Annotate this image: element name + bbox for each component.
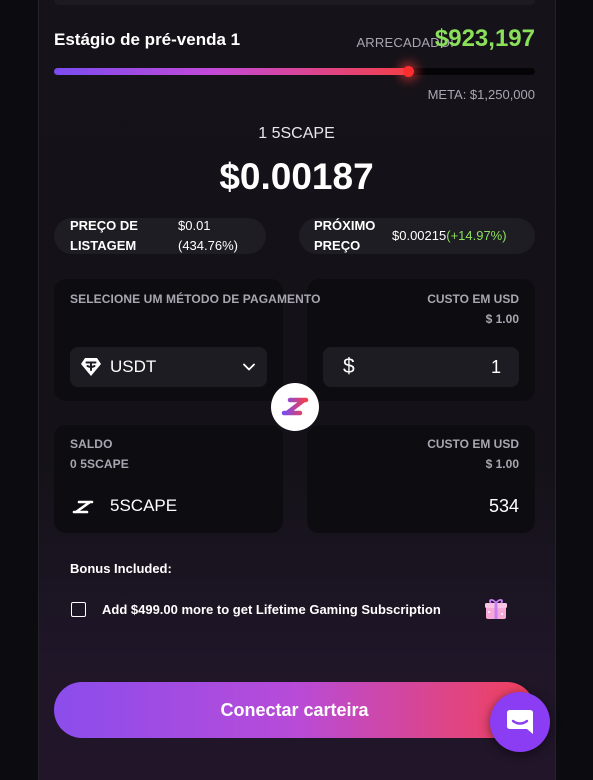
tether-icon [80,357,102,382]
receive-cost-label: CUSTO EM USD [427,437,519,451]
bonus-offer-text: Add $499.00 more to get Lifetime Gaming … [102,602,441,617]
usd-amount-input[interactable]: $ 1 [323,347,519,387]
stage-title: Estágio de pré-venda 1 [54,30,241,49]
token-price: $0.00187 [219,156,374,197]
panel-top-edge [54,0,535,5]
5scape-swap-logo-icon [271,383,319,431]
next-price-pill: PRÓXIMO PREÇO $0.00215(+14.97%) [299,218,535,254]
next-label-line1: PRÓXIMO [314,218,376,233]
chat-bubble-icon [505,708,535,743]
listing-price-pill: PREÇO DE LISTAGEM $0.01 (434.76%) [54,218,266,254]
goal-text: META: $1,250,000 [427,87,535,102]
raised-value: $923,197 [434,25,535,52]
connect-wallet-button[interactable]: Conectar carteira [54,682,535,738]
dollar-icon: $ [343,355,355,378]
presale-progress-bar [54,66,535,77]
balance-token-label: 5SCAPE [110,496,178,515]
payment-cost-label: CUSTO EM USD [427,292,519,306]
next-label-line2: PREÇO [314,238,361,253]
amount-value: 1 [490,357,501,377]
selected-currency: USDT [110,357,157,376]
listing-price-value: $0.01 [178,218,211,233]
chat-button[interactable] [490,692,550,752]
5scape-logo-icon [70,499,96,520]
bonus-title: Bonus Included: [70,561,172,576]
balance-value: 0 5SCAPE [70,457,129,471]
progress-fill [54,68,409,75]
receive-cost-value: $ 1.00 [485,457,519,471]
progress-glow-indicator [403,66,414,77]
balance-label: SALDO [70,437,113,451]
gift-icon [484,598,508,625]
currency-select[interactable]: USDT [70,347,267,387]
listing-label-line2: LISTAGEM [70,238,137,253]
next-price-amount: $0.00215 [392,228,447,243]
bonus-checkbox[interactable] [71,602,86,617]
next-price-value: $0.00215(+14.97%) [392,226,507,246]
listing-price-change: (434.76%) [178,238,238,253]
receive-amount: 534 [488,496,519,516]
next-price-change: (+14.97%) [446,228,507,243]
listing-label-line1: PREÇO DE [70,218,138,233]
payment-method-label: SELECIONE UM MÉTODO DE PAGAMENTO [70,292,321,306]
chevron-down-icon [242,360,256,379]
token-unit: 1 5SCAPE [258,125,335,142]
payment-cost-value: $ 1.00 [485,312,519,326]
